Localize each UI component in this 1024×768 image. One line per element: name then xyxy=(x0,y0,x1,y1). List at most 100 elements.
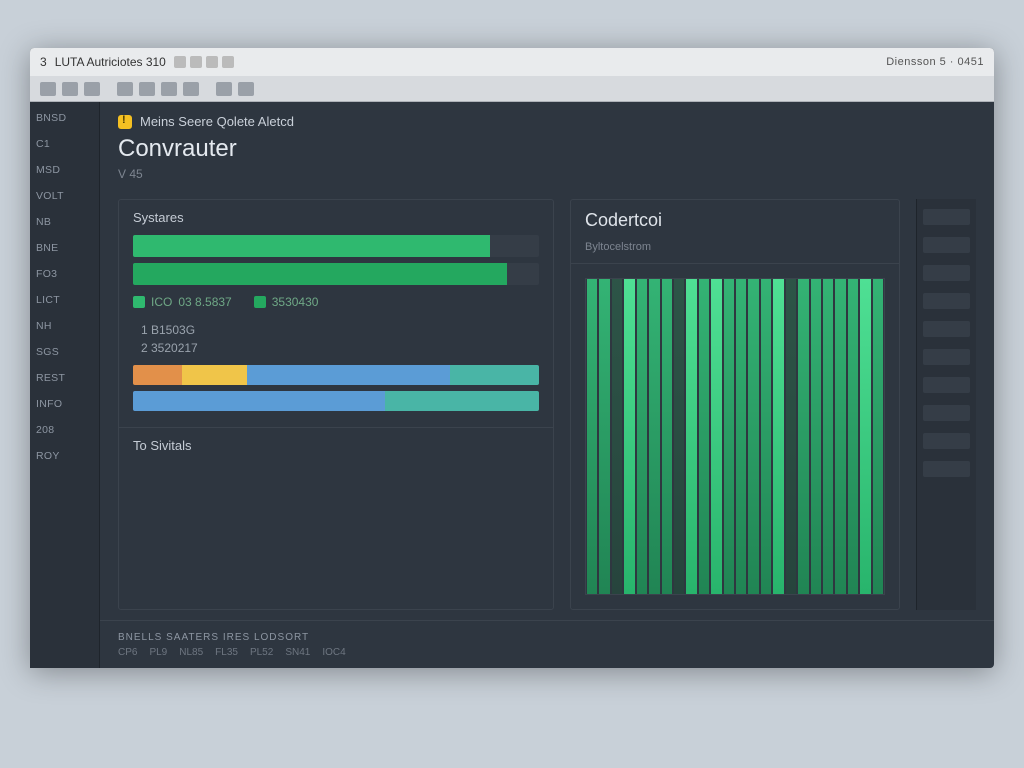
sidebar-slot[interactable] xyxy=(923,321,970,337)
tab-index: 3 xyxy=(40,55,47,69)
chart-column xyxy=(699,279,709,594)
window-title: LUTA Autriciotes 310 xyxy=(55,55,166,69)
legend-key: ICO xyxy=(151,295,172,309)
swatch-icon xyxy=(133,296,145,308)
chart-column xyxy=(674,279,684,594)
sidebar-item[interactable]: VOLT xyxy=(36,190,93,202)
metrics-panel: Systares ICO 03 8.5837 xyxy=(118,199,554,610)
chart-column xyxy=(835,279,845,594)
footer-label: BNELLS SAATERS IRES LODSORT xyxy=(118,632,976,643)
chart-column xyxy=(587,279,597,594)
sidebar-item[interactable]: MSD xyxy=(36,164,93,176)
chart-column xyxy=(599,279,609,594)
panel-title: Codertcoi xyxy=(585,210,885,231)
tool-button[interactable] xyxy=(161,82,177,96)
toolbar-glyph-icon xyxy=(190,56,202,68)
sidebar-slot[interactable] xyxy=(923,209,970,225)
chart-column xyxy=(686,279,696,594)
chart-column xyxy=(724,279,734,594)
tick-label: IOC4 xyxy=(322,647,345,658)
sidebar-slot[interactable] xyxy=(923,237,970,253)
chart-column xyxy=(624,279,634,594)
tool-button[interactable] xyxy=(183,82,199,96)
left-sidebar: BNSD C1 MSD VOLT NB BNE FO3 LICT NH SGS … xyxy=(30,102,100,668)
section-title: To Sivitals xyxy=(133,438,539,453)
chart-column xyxy=(761,279,771,594)
page-title: Convrauter xyxy=(118,135,976,163)
main-area: Meins Seere Qolete Aletcd Convrauter V 4… xyxy=(100,102,994,668)
tick-label: PL9 xyxy=(149,647,167,658)
toolbar-glyph-icon xyxy=(206,56,218,68)
section-title: Systares xyxy=(133,210,539,225)
sidebar-slot[interactable] xyxy=(923,461,970,477)
segment-label: 1 B1503G xyxy=(141,323,195,337)
chart-column xyxy=(798,279,808,594)
chart-column xyxy=(637,279,647,594)
chart-column xyxy=(773,279,783,594)
right-sidebar xyxy=(916,199,976,610)
sidebar-slot[interactable] xyxy=(923,293,970,309)
activity-panel: Codertcoi Byltocelstrom xyxy=(570,199,900,610)
sidebar-item[interactable]: INFO xyxy=(36,398,93,410)
chart-column xyxy=(662,279,672,594)
tick-label: CP6 xyxy=(118,647,137,658)
chart-column xyxy=(873,279,883,594)
chart-column xyxy=(711,279,721,594)
sidebar-item[interactable]: BNSD xyxy=(36,112,93,124)
chart-column xyxy=(848,279,858,594)
chart-column xyxy=(786,279,796,594)
tool-button[interactable] xyxy=(84,82,100,96)
chart-column xyxy=(811,279,821,594)
sidebar-slot[interactable] xyxy=(923,433,970,449)
sidebar-item[interactable]: 208 xyxy=(36,424,93,436)
sidebar-item[interactable]: REST xyxy=(36,372,93,384)
sidebar-item[interactable]: C1 xyxy=(36,138,93,150)
legend-value: 3530430 xyxy=(272,295,319,309)
tool-button[interactable] xyxy=(62,82,78,96)
sidebar-item[interactable]: SGS xyxy=(36,346,93,358)
chart-column xyxy=(736,279,746,594)
title-bar: 3 LUTA Autriciotes 310 Diensson 5 · 0451 xyxy=(30,48,994,76)
sidebar-slot[interactable] xyxy=(923,265,970,281)
sidebar-item[interactable]: FO3 xyxy=(36,268,93,280)
alert-banner: Meins Seere Qolete Aletcd xyxy=(118,114,976,129)
chart-column xyxy=(823,279,833,594)
alert-text: Meins Seere Qolete Aletcd xyxy=(140,114,294,129)
status-text: Diensson 5 · 0451 xyxy=(886,56,984,68)
swatch-icon xyxy=(254,296,266,308)
segment-label: 2 3520217 xyxy=(141,341,198,355)
tick-label: SN41 xyxy=(285,647,310,658)
sidebar-slot[interactable] xyxy=(923,405,970,421)
page-subtitle: V 45 xyxy=(118,167,976,181)
segment-list: 1 B1503G 2 3520217 xyxy=(133,323,539,355)
sidebar-item[interactable]: ROY xyxy=(36,450,93,462)
tick-label: NL85 xyxy=(179,647,203,658)
app-window: 3 LUTA Autriciotes 310 Diensson 5 · 0451… xyxy=(30,48,994,668)
toolbar-glyph-icon xyxy=(174,56,186,68)
tool-button[interactable] xyxy=(40,82,56,96)
tick-label: PL52 xyxy=(250,647,273,658)
toolbar xyxy=(30,76,994,102)
chart-column xyxy=(748,279,758,594)
legend-value: 03 8.5837 xyxy=(178,295,231,309)
title-bar-icons xyxy=(174,56,234,68)
sidebar-item[interactable]: NB xyxy=(36,216,93,228)
panel-subtitle: Byltocelstrom xyxy=(585,241,885,253)
footer-ticks: CP6 PL9 NL85 FL35 PL52 SN41 IOC4 xyxy=(118,647,976,658)
tool-button[interactable] xyxy=(117,82,133,96)
chart-column xyxy=(612,279,622,594)
sidebar-slot[interactable] xyxy=(923,349,970,365)
stacked-bar-chart xyxy=(133,365,539,411)
tool-button[interactable] xyxy=(139,82,155,96)
usage-bar xyxy=(133,263,539,285)
tool-button[interactable] xyxy=(216,82,232,96)
sidebar-item[interactable]: BNE xyxy=(36,242,93,254)
tick-label: FL35 xyxy=(215,647,238,658)
sidebar-item[interactable]: NH xyxy=(36,320,93,332)
sidebar-item[interactable]: LICT xyxy=(36,294,93,306)
toolbar-glyph-icon xyxy=(222,56,234,68)
sidebar-slot[interactable] xyxy=(923,377,970,393)
footer-bar: BNELLS SAATERS IRES LODSORT CP6 PL9 NL85 FL… xyxy=(100,620,994,668)
tool-button[interactable] xyxy=(238,82,254,96)
vertical-bar-chart xyxy=(585,278,885,595)
